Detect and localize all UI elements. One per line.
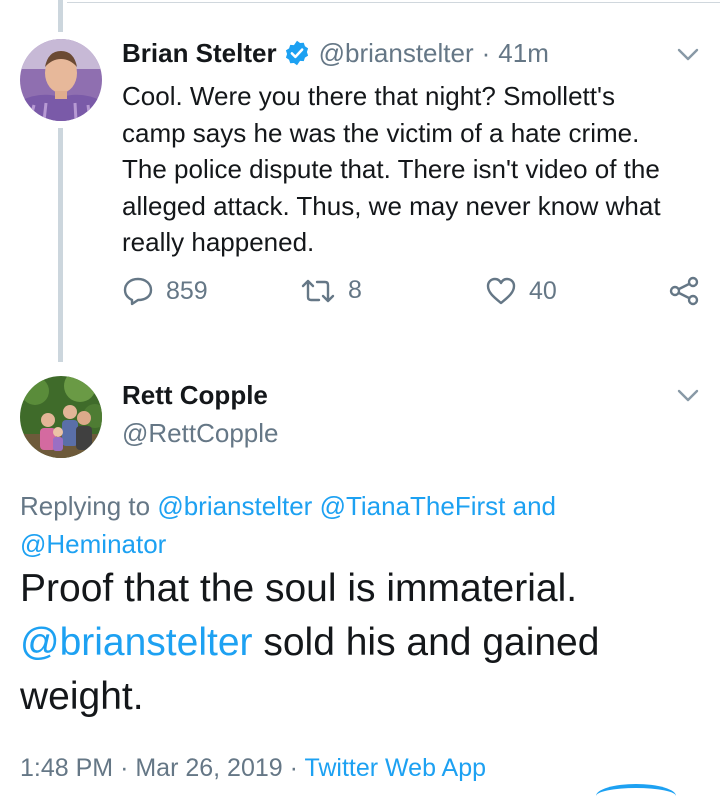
tweet-time[interactable]: 1:48 PM xyxy=(20,754,113,782)
thread-line-top xyxy=(58,0,63,32)
retweet-count: 8 xyxy=(348,276,362,304)
avatar-brian-stelter[interactable] xyxy=(20,39,102,121)
author-name[interactable]: Rett Copple xyxy=(122,380,268,411)
chevron-down-icon[interactable] xyxy=(677,48,699,62)
tweet-text-line: alleged attack. Thus, we may never know … xyxy=(122,190,661,221)
tweet-text-line: weight. xyxy=(20,675,144,718)
tweet-meta: 1:48 PM · Mar 26, 2019 · Twitter Web App xyxy=(20,754,486,783)
top-divider xyxy=(67,2,720,3)
tweet1-text: Cool. Were you there that night? Smollet… xyxy=(122,78,707,261)
meta-separator: · xyxy=(120,754,129,782)
author-name[interactable]: Brian Stelter xyxy=(122,38,277,69)
mention-link[interactable]: @TianaTheFirst xyxy=(320,491,506,521)
thread-line xyxy=(58,128,63,362)
share-icon xyxy=(669,276,699,306)
heart-icon xyxy=(486,277,516,305)
tweet-text-line: really happened. xyxy=(122,227,315,257)
tweet-date[interactable]: Mar 26, 2019 xyxy=(135,754,282,782)
meta-separator: · xyxy=(289,754,298,782)
share-button[interactable] xyxy=(668,276,700,306)
mention-link[interactable]: @brianstelter xyxy=(20,621,253,664)
verified-badge-icon xyxy=(283,39,311,67)
mention-link[interactable]: @Heminator xyxy=(20,529,166,559)
replying-and-link[interactable]: and xyxy=(513,491,556,521)
author-handle[interactable]: @RettCopple xyxy=(122,418,278,449)
like-count: 40 xyxy=(529,276,557,305)
tweet-text-line: @brianstelter sold his and gained xyxy=(20,616,710,670)
replying-prefix: Replying to xyxy=(20,491,151,521)
like-button[interactable]: 40 xyxy=(485,276,557,306)
avatar-rett-copple[interactable] xyxy=(20,376,102,458)
replying-to: Replying to @brianstelter @TianaTheFirst… xyxy=(20,487,700,563)
reply-count: 859 xyxy=(166,276,208,305)
tweet-text-line: Cool. Were you there that night? Smollet… xyxy=(122,81,615,111)
author-handle[interactable]: @brianstelter xyxy=(319,38,474,69)
compose-button-edge xyxy=(596,784,676,808)
reply-button[interactable]: 859 xyxy=(122,276,208,306)
tweet2-text: Proof that the soul is immaterial. @bria… xyxy=(20,562,710,724)
mention-link[interactable]: @brianstelter xyxy=(157,491,312,521)
header-separator: · xyxy=(481,37,491,68)
tweet-text-segment: sold his and gained xyxy=(252,621,600,664)
tweet-text-line: The police dispute that. There isn't vid… xyxy=(122,154,660,184)
tweet1-actions: 859 8 40 xyxy=(122,276,707,310)
retweet-button[interactable]: 8 xyxy=(300,276,362,305)
tweet-text-line: camp says he was the victim of a hate cr… xyxy=(122,117,640,148)
tweet1-header: Brian Stelter @brianstelter · 41m xyxy=(122,36,549,70)
reply-bubble-icon xyxy=(123,277,153,306)
tweet-source-link[interactable]: Twitter Web App xyxy=(304,754,486,782)
tweet-timestamp[interactable]: 41m xyxy=(498,38,549,69)
retweet-icon xyxy=(301,279,335,302)
chevron-down-icon[interactable] xyxy=(677,389,699,403)
tweet-text-line: Proof that the soul is immaterial. xyxy=(20,567,578,610)
